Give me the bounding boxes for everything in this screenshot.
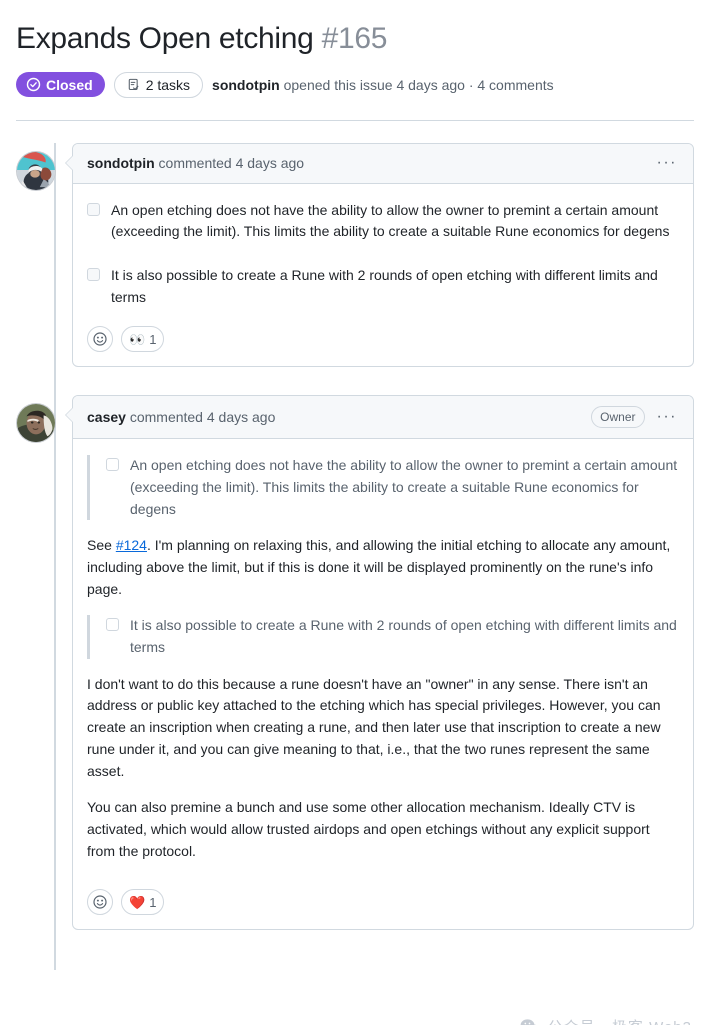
check-circle-icon — [26, 77, 41, 92]
reaction-count: 1 — [149, 894, 157, 910]
status-badge: Closed — [16, 72, 105, 97]
issue-number: #165 — [321, 22, 388, 55]
reaction-count: 1 — [149, 331, 157, 347]
checkbox-unchecked-icon — [106, 458, 119, 472]
eyes-reaction-button[interactable]: 👀 1 — [121, 326, 165, 353]
issue-title-text: Expands Open etching — [16, 22, 314, 55]
issue-page: Expands Open etching #165 Closed 2 tasks — [0, 20, 710, 1025]
paragraph: I don't want to do this because a rune d… — [87, 675, 661, 779]
heart-emoji-icon: ❤️ — [129, 894, 146, 910]
issue-meta-row: Closed 2 tasks sondotpin opened this iss… — [16, 71, 694, 98]
comment-box: casey commented 4 days ago Owner ··· An — [65, 395, 694, 931]
comment-author[interactable]: casey — [87, 409, 126, 425]
task-label: An open etching does not have the abilit… — [111, 201, 670, 240]
quote-text: It is also possible to create a Rune wit… — [130, 617, 677, 656]
quoted-block: An open etching does not have the abilit… — [87, 455, 679, 521]
issue-author-link[interactable]: sondotpin — [212, 77, 280, 93]
task-list-item: An open etching does not have the abilit… — [87, 200, 679, 243]
comment-item: sondotpin commented 4 days ago ··· An op… — [16, 142, 694, 368]
task-list-item: An open etching does not have the abilit… — [106, 455, 679, 520]
task-list-item: It is also possible to create a Rune wit… — [87, 265, 679, 308]
task-list: An open etching does not have the abilit… — [106, 455, 679, 520]
comment-author[interactable]: sondotpin — [87, 155, 155, 171]
task-label: It is also possible to create a Rune wit… — [111, 266, 658, 305]
wechat-icon — [520, 1018, 540, 1025]
paragraph: See #124. I'm planning on relaxing this,… — [87, 535, 679, 600]
page-title: Expands Open etching #165 — [16, 20, 694, 58]
paragraph-pre: See — [87, 537, 116, 554]
paragraph: You can also premine a bunch and use som… — [87, 799, 650, 859]
smiley-plus-icon — [92, 894, 108, 910]
paragraph-post: . I'm planning on relaxing this, and all… — [87, 537, 671, 597]
comment-box: sondotpin commented 4 days ago ··· An op… — [65, 142, 694, 368]
tasks-counter-label: 2 tasks — [145, 76, 191, 93]
comment-header-actions: ··· — [655, 155, 679, 171]
comment-menu-icon[interactable]: ··· — [655, 409, 679, 425]
quote-text: An open etching does not have the abilit… — [130, 457, 678, 517]
comment-action: commented 4 days ago — [129, 409, 276, 426]
smiley-plus-icon — [92, 331, 108, 347]
comment-header: sondotpin commented 4 days ago ··· — [73, 143, 693, 184]
checkbox-unchecked-icon — [106, 618, 119, 632]
avatar[interactable] — [16, 403, 56, 444]
add-reaction-button[interactable] — [87, 889, 113, 916]
eyes-emoji-icon: 👀 — [129, 331, 146, 347]
issue-reference-link[interactable]: #124 — [116, 537, 147, 553]
comment-action: commented 4 days ago — [158, 155, 305, 171]
comment-menu-icon[interactable]: ··· — [655, 155, 679, 171]
add-reaction-button[interactable] — [87, 326, 113, 353]
checkbox-unchecked-icon[interactable] — [87, 202, 100, 216]
heart-reaction-button[interactable]: ❤️ 1 — [121, 889, 165, 916]
tasks-counter-button[interactable]: 2 tasks — [113, 71, 204, 98]
task-list: An open etching does not have the abilit… — [87, 200, 679, 309]
task-list: It is also possible to create a Rune wit… — [106, 615, 679, 658]
watermark: 公众号 · 极客 Web3 — [520, 1016, 692, 1025]
status-badge-label: Closed — [46, 76, 93, 93]
quoted-block: It is also possible to create a Rune wit… — [87, 615, 679, 659]
comment-body: An open etching does not have the abilit… — [73, 439, 693, 883]
comments-timeline: sondotpin commented 4 days ago ··· An op… — [16, 142, 694, 970]
issue-meta-text: sondotpin opened this issue 4 days ago ·… — [212, 78, 554, 92]
checkbox-unchecked-icon[interactable] — [87, 267, 100, 281]
reactions-bar: ❤️ 1 — [73, 883, 693, 929]
issue-meta-rest: opened this issue 4 days ago · 4 comment… — [279, 76, 554, 93]
header-divider — [16, 119, 694, 121]
comment-author-line: casey commented 4 days ago — [87, 409, 275, 425]
watermark-text: 公众号 · 极客 Web3 — [548, 1016, 692, 1025]
comment-author-line: sondotpin commented 4 days ago — [87, 155, 304, 171]
comment-body: An open etching does not have the abilit… — [73, 184, 693, 321]
comment-header: casey commented 4 days ago Owner ··· — [73, 396, 693, 440]
comment-item: casey commented 4 days ago Owner ··· An — [16, 395, 694, 931]
comment-header-actions: Owner ··· — [591, 406, 679, 429]
owner-badge: Owner — [591, 406, 645, 429]
tasklist-icon — [127, 78, 141, 92]
task-list-item: It is also possible to create a Rune wit… — [106, 615, 679, 658]
avatar[interactable] — [16, 150, 56, 191]
reactions-bar: 👀 1 — [73, 320, 693, 366]
